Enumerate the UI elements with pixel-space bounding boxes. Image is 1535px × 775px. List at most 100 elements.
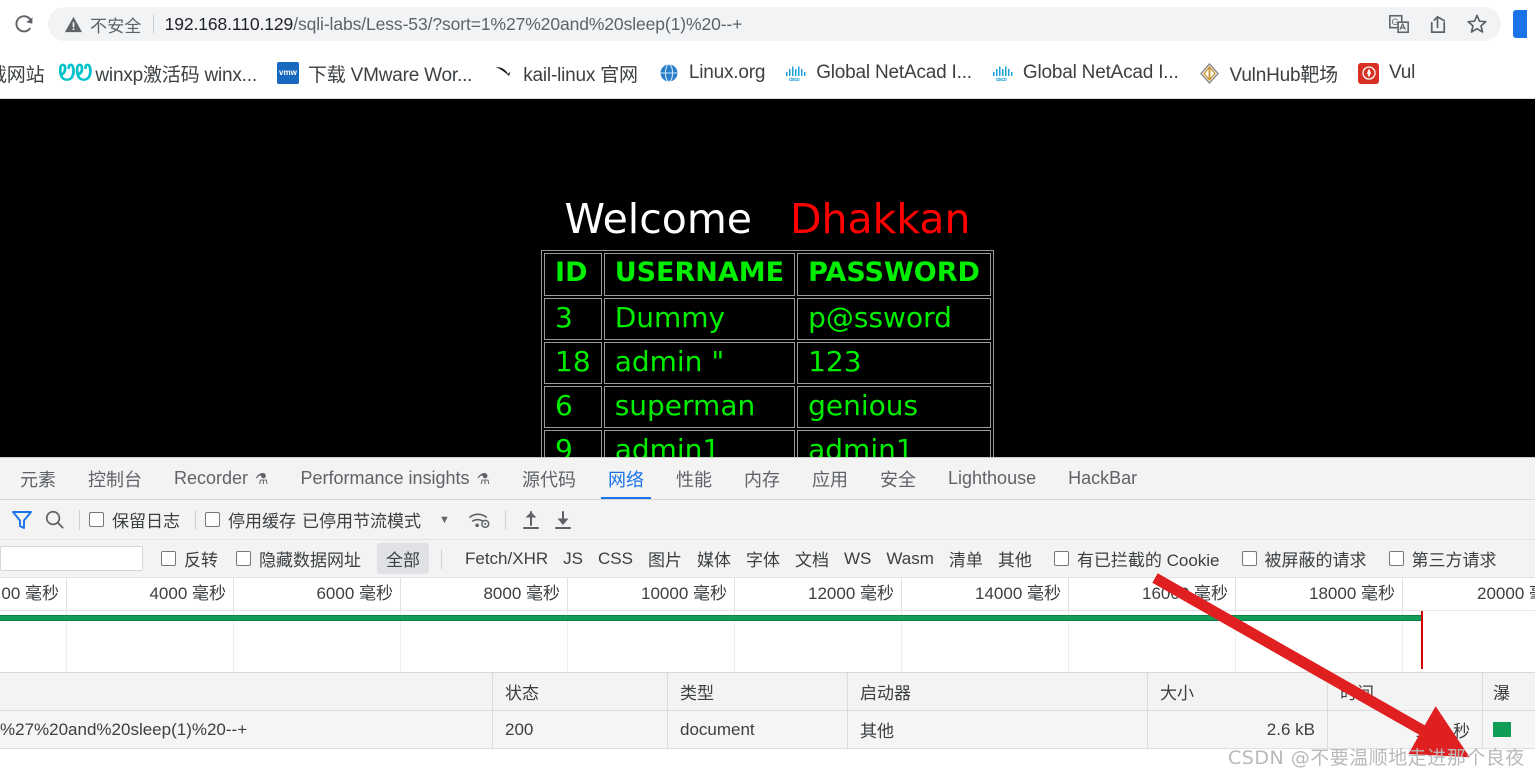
search-icon[interactable] — [38, 505, 70, 535]
type-filter-fetch-xhr[interactable]: Fetch/XHR — [465, 549, 548, 569]
checkbox-box[interactable] — [236, 551, 251, 566]
download-har-icon[interactable] — [547, 505, 579, 535]
ruler-tick: 4000 毫秒 — [67, 578, 234, 611]
bookmark-item[interactable]: 载网站 — [0, 56, 53, 90]
translate-icon[interactable]: G — [1388, 13, 1410, 35]
checkbox-box[interactable] — [89, 512, 104, 527]
bookmark-label: winxp激活码 winx... — [95, 64, 257, 86]
profile-button[interactable] — [1513, 10, 1527, 38]
upload-har-icon[interactable] — [515, 505, 547, 535]
share-icon[interactable] — [1426, 13, 1449, 36]
checkbox-box[interactable] — [161, 551, 176, 566]
cell-password: genious — [797, 386, 991, 429]
checkbox-box[interactable] — [1241, 551, 1257, 566]
column-header-name[interactable] — [0, 672, 493, 711]
timeline-ruler: 00 毫秒 4000 毫秒 6000 毫秒 8000 毫秒 10000 毫秒 1… — [0, 578, 1535, 611]
tab-label: Lighthouse — [948, 468, 1037, 488]
bookmark-item[interactable]: vmw 下载 VMware Wor... — [268, 56, 481, 90]
preserve-log-checkbox[interactable]: 保留日志 — [89, 507, 180, 532]
tab-performance[interactable]: 性能 — [660, 458, 728, 499]
cell-password: admin1 — [797, 430, 991, 457]
cell-id: 3 — [544, 297, 602, 341]
chevron-down-icon[interactable]: ▼ — [439, 514, 450, 526]
throttling-label[interactable]: 已停用节流模式 — [302, 507, 421, 532]
checkbox-box[interactable] — [205, 512, 220, 527]
cell-initiator: 其他 — [848, 710, 1148, 749]
bookmark-item[interactable]: cisco Global NetAcad I... — [776, 56, 981, 90]
filter-icon[interactable] — [6, 505, 38, 535]
bookmark-label: Global NetAcad I... — [816, 62, 972, 83]
checkbox-box[interactable] — [1053, 551, 1069, 566]
disable-cache-checkbox[interactable]: 停用缓存 — [205, 507, 296, 532]
type-filter-wasm[interactable]: Wasm — [886, 549, 934, 569]
ruler-tick: 14000 毫秒 — [902, 578, 1069, 611]
column-header-time[interactable]: 时间 — [1328, 672, 1483, 711]
table-row: 3 Dummy p@ssword — [544, 297, 991, 341]
tab-console[interactable]: 控制台 — [72, 458, 158, 499]
cell-request-name: %27%20and%20sleep(1)%20--+ — [0, 710, 493, 749]
cell-username: admin " — [603, 342, 796, 385]
tab-label: 内存 — [744, 469, 781, 490]
type-filter-manifest[interactable]: 清单 — [949, 546, 983, 571]
type-filter-other[interactable]: 其他 — [998, 546, 1032, 571]
vulnweb-icon — [1358, 62, 1380, 84]
type-filter-doc[interactable]: 文档 — [795, 546, 829, 571]
tab-network[interactable]: 网络 — [592, 458, 660, 499]
bookmark-item[interactable]: Vul — [1349, 56, 1424, 90]
network-conditions-icon[interactable] — [464, 505, 496, 535]
blocked-cookies-checkbox[interactable]: 有已拦截的 Cookie — [1053, 546, 1220, 571]
type-filter-js[interactable]: JS — [563, 549, 583, 569]
globe-icon — [658, 62, 680, 84]
column-header-status[interactable]: 状态 — [493, 672, 668, 711]
profile-avatar[interactable] — [1513, 10, 1527, 38]
column-header-size[interactable]: 大小 — [1148, 672, 1328, 711]
bookmarks-bar: 载网站 ᏬᏬ winxp激活码 winx... vmw 下载 VMware Wo… — [0, 48, 1535, 99]
cell-status: 200 — [493, 710, 668, 749]
cell-username: Dummy — [603, 297, 796, 341]
checkbox-box[interactable] — [1388, 551, 1404, 566]
column-header-initiator[interactable]: 启动器 — [848, 672, 1148, 711]
welcome-heading: Welcome Dhakkan — [0, 99, 1535, 243]
blocked-cookies-label: 有已拦截的 Cookie — [1076, 551, 1220, 570]
type-filter-ws[interactable]: WS — [844, 549, 871, 569]
tab-application[interactable]: 应用 — [796, 458, 864, 499]
bookmark-item[interactable]: VulnHub靶场 — [1190, 56, 1347, 90]
type-filter-img[interactable]: 图片 — [648, 546, 682, 571]
toolbar-divider — [504, 509, 506, 530]
ruler-tick: 12000 毫秒 — [735, 578, 902, 611]
tab-recorder[interactable]: Recorder ⚗ — [158, 458, 284, 499]
blocked-requests-checkbox[interactable]: 被屏蔽的请求 — [1241, 546, 1367, 571]
bookmark-label: Vul — [1388, 62, 1416, 83]
type-filter-css[interactable]: CSS — [598, 549, 633, 569]
hide-data-urls-checkbox[interactable]: 隐藏数据网址 — [236, 546, 361, 571]
tab-hackbar[interactable]: HackBar — [1052, 458, 1153, 499]
reload-button[interactable] — [6, 6, 42, 42]
type-filter-font[interactable]: 字体 — [746, 546, 780, 571]
type-filter-media[interactable]: 媒体 — [697, 546, 731, 571]
bookmark-item[interactable]: kail-linux 官网 — [483, 56, 647, 90]
devtools-panel: 元素 控制台 Recorder ⚗ Performance insights ⚗ 源… — [0, 457, 1535, 749]
tab-performance-insights[interactable]: Performance insights ⚗ — [284, 458, 506, 499]
table-row: 9 admin1 admin1 — [544, 430, 991, 457]
address-bar[interactable]: 不安全 192.168.110.129/sqli-labs/Less-53/?s… — [48, 7, 1501, 41]
tab-sources[interactable]: 源代码 — [506, 458, 592, 499]
tab-security[interactable]: 安全 — [864, 458, 932, 499]
third-party-checkbox[interactable]: 第三方请求 — [1388, 546, 1497, 571]
bookmark-item[interactable]: cisco Global NetAcad I... — [983, 56, 1188, 90]
column-header-type[interactable]: 类型 — [668, 672, 848, 711]
requests-table: 状态 类型 启动器 大小 时间 瀑 %27%20and%20sleep(1)%2… — [0, 672, 1535, 749]
bookmark-item[interactable]: Linux.org — [649, 56, 774, 90]
security-chip[interactable]: 不安全 — [64, 12, 142, 37]
tab-lighthouse[interactable]: Lighthouse — [932, 458, 1052, 499]
filter-input[interactable] — [0, 546, 143, 571]
tab-elements[interactable]: 元素 — [4, 458, 72, 499]
network-overview-timeline[interactable]: 00 毫秒 4000 毫秒 6000 毫秒 8000 毫秒 10000 毫秒 1… — [0, 578, 1535, 673]
ruler-tick: 20000 毫秒 — [1477, 584, 1535, 603]
invert-checkbox[interactable]: 反转 — [161, 546, 218, 571]
toolbar-divider — [79, 509, 80, 530]
type-filter-all[interactable]: 全部 — [377, 543, 429, 574]
column-header-waterfall[interactable]: 瀑 — [1483, 673, 1535, 711]
bookmark-star-icon[interactable] — [1465, 12, 1489, 36]
tab-memory[interactable]: 内存 — [728, 458, 796, 499]
bookmark-item[interactable]: ᏬᏬ winxp激活码 winx... — [55, 56, 266, 90]
